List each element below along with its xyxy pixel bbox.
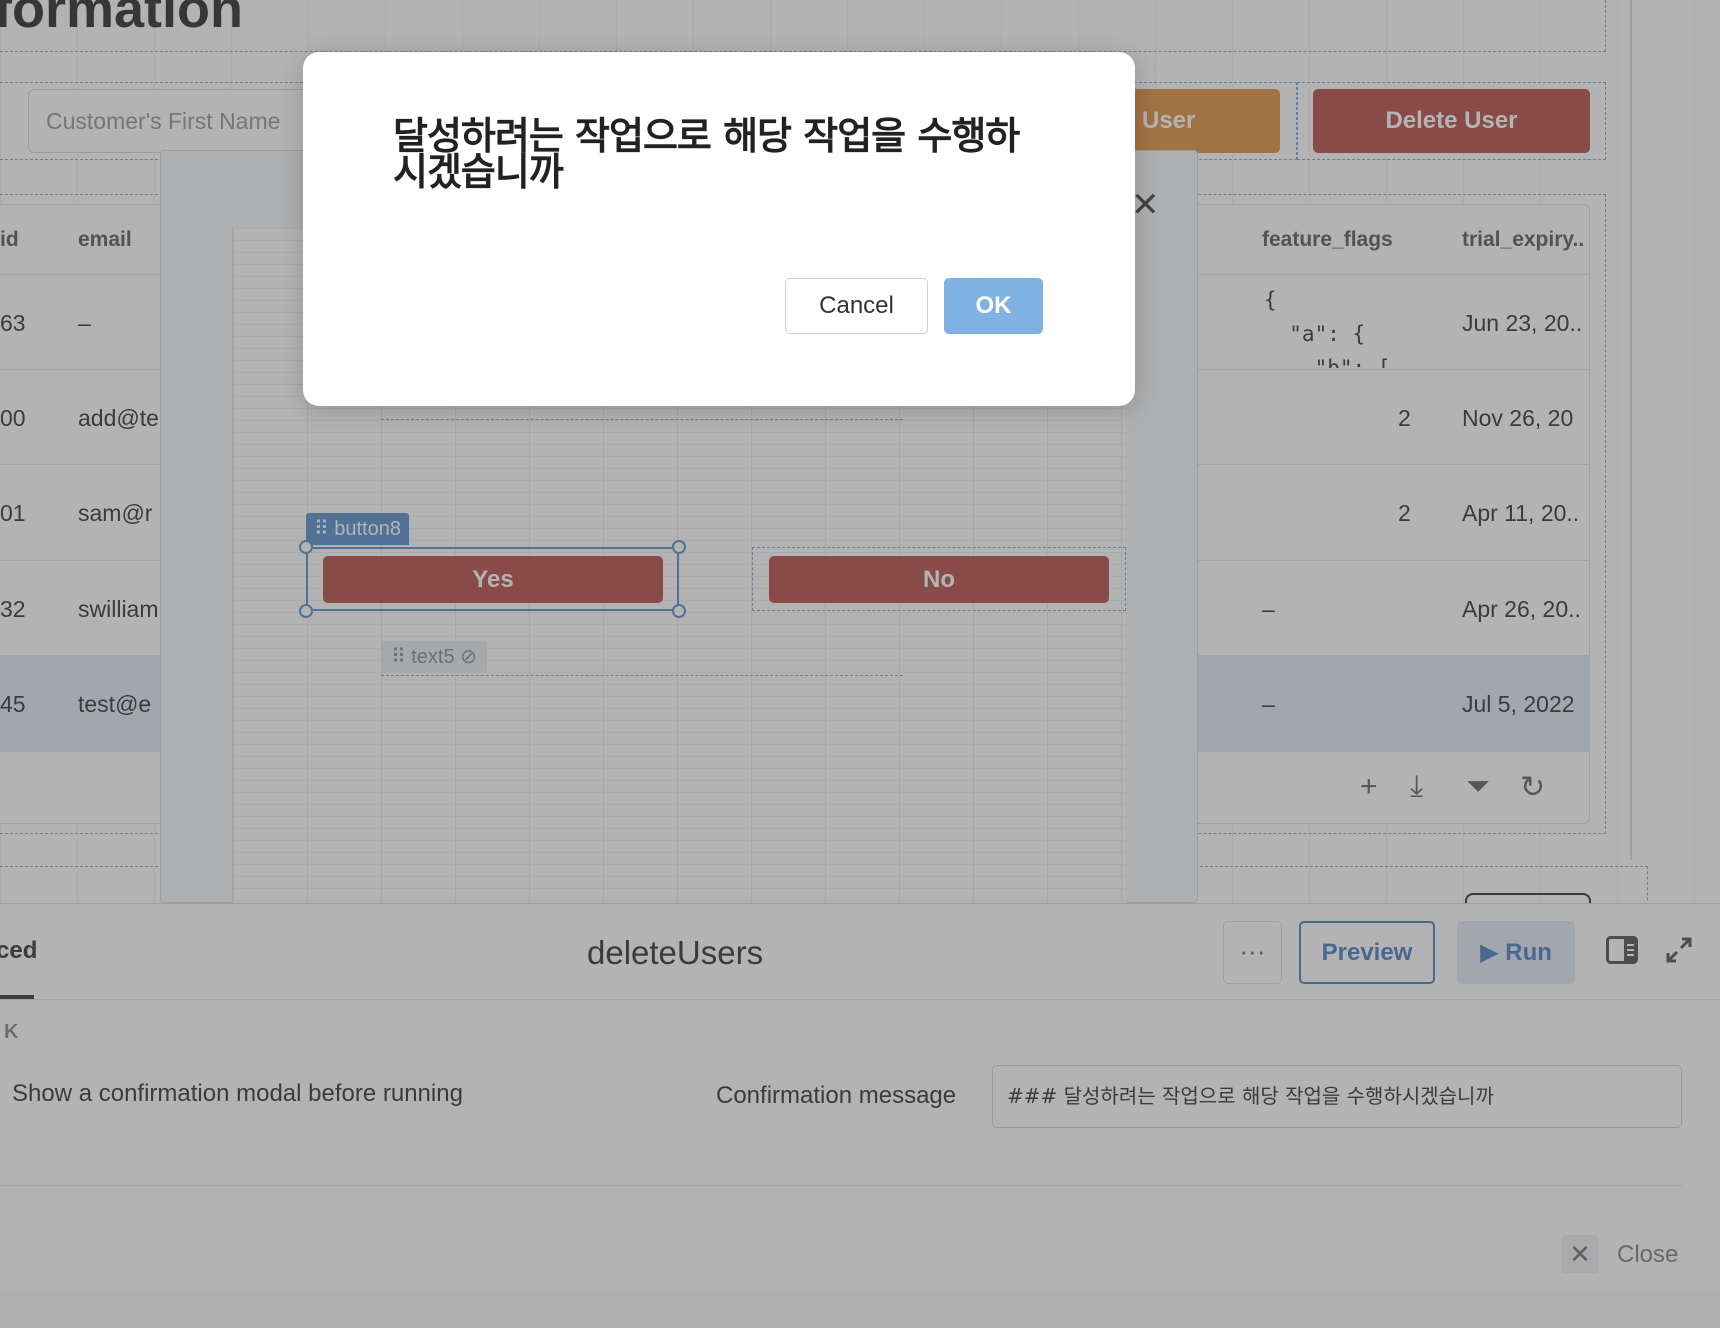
cancel-button[interactable]: Cancel — [785, 278, 928, 334]
dialog-message: 달성하려는 작업으로 해당 작업을 수행하시겠습니까 — [393, 114, 1020, 194]
ok-button[interactable]: OK — [944, 278, 1043, 334]
confirm-dialog — [303, 52, 1135, 406]
